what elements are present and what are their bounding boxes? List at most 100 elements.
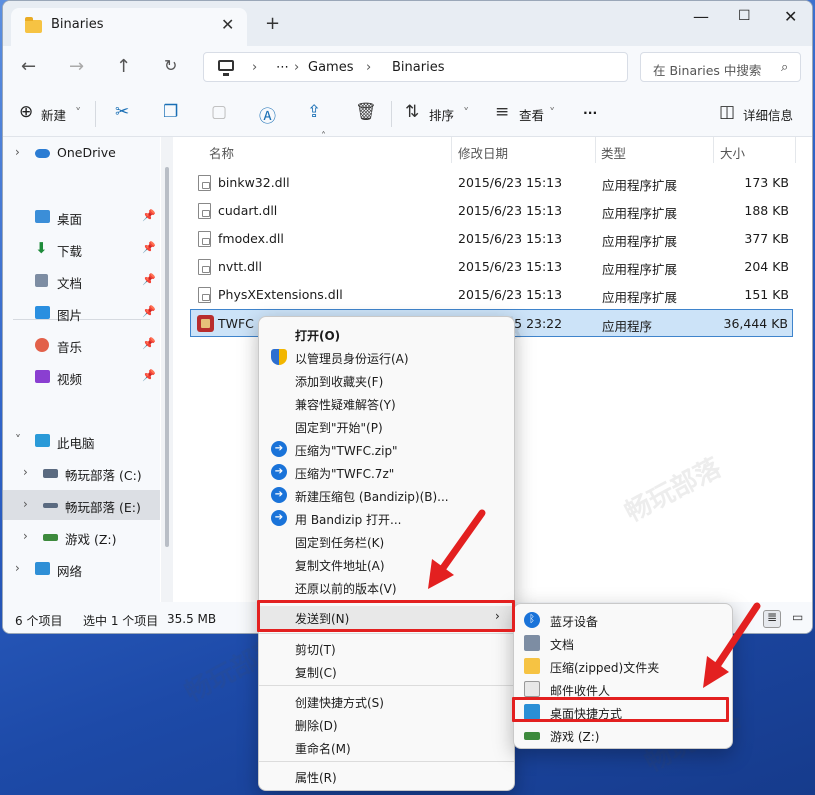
menu-item-copy[interactable]: 复制(C)	[259, 660, 514, 683]
tiles-view-button[interactable]: ▭	[789, 610, 807, 628]
chevron-down-icon[interactable]: ˅	[15, 433, 21, 447]
more-button[interactable]: ···	[583, 105, 597, 120]
view-button[interactable]: 查看	[519, 105, 544, 124]
chevron-right-icon[interactable]: ›	[23, 465, 28, 479]
menu-item-run-as-admin[interactable]: 以管理员身份运行(A)	[259, 346, 514, 369]
menu-item-label: 重命名(M)	[295, 742, 351, 756]
delete-icon[interactable]: 🗑	[355, 102, 377, 122]
chevron-right-icon[interactable]: ›	[23, 497, 28, 511]
menu-item-compatibility[interactable]: 兼容性疑难解答(Y)	[259, 392, 514, 415]
details-button[interactable]: 详细信息	[743, 105, 793, 124]
file-date: 2015/6/23 15:13	[458, 259, 563, 274]
highlight-box-desktop-shortcut	[512, 697, 729, 722]
share-icon[interactable]: ⇪	[307, 102, 321, 122]
column-header-date[interactable]: 修改日期	[458, 143, 508, 162]
close-tab-icon[interactable]: ✕	[221, 15, 234, 34]
forward-icon[interactable]: →	[69, 56, 84, 77]
sidebar-item-drive-c[interactable]: › 畅玩部落 (C:)	[3, 458, 160, 488]
column-header-type[interactable]: 类型	[601, 143, 626, 162]
breadcrumb-ellipsis[interactable]: ⋯	[276, 60, 289, 75]
file-row[interactable]: binkw32.dll 2015/6/23 15:13 应用程序扩展 173 K…	[190, 169, 793, 197]
column-divider[interactable]	[451, 137, 452, 163]
file-row[interactable]: nvtt.dll 2015/6/23 15:13 应用程序扩展 204 KB	[190, 253, 793, 281]
chevron-down-icon: ˅	[463, 105, 470, 120]
file-name: binkw32.dll	[218, 175, 290, 190]
shield-icon	[271, 349, 287, 365]
column-header-size[interactable]: 大小	[720, 143, 745, 162]
rename-icon[interactable]: Ⓐ	[259, 102, 276, 127]
menu-item-label: 剪切(T)	[295, 643, 336, 657]
menu-item-drive-z[interactable]: 游戏 (Z:)	[514, 724, 732, 747]
file-row[interactable]: cudart.dll 2015/6/23 15:13 应用程序扩展 188 KB	[190, 197, 793, 225]
column-divider[interactable]	[713, 137, 714, 163]
file-row[interactable]: PhysXExtensions.dll 2015/6/23 15:13 应用程序…	[190, 281, 793, 309]
sidebar-item-label: 下载	[57, 244, 83, 259]
menu-item-compress-7z[interactable]: ➔ 压缩为"TWFC.7z"	[259, 461, 514, 484]
menu-item-properties[interactable]: 属性(R)	[259, 765, 514, 788]
search-box[interactable]: 在 Binaries 中搜索 ⌕	[640, 52, 801, 82]
sidebar-item-this-pc[interactable]: ˅ 此电脑	[3, 426, 160, 456]
breadcrumb-binaries[interactable]: Binaries	[392, 60, 444, 75]
menu-item-rename[interactable]: 重命名(M)	[259, 736, 514, 759]
cut-icon[interactable]: ✂	[115, 102, 129, 122]
back-icon[interactable]: ←	[21, 56, 36, 77]
drive-icon	[43, 503, 58, 508]
sort-button[interactable]: 排序	[429, 105, 454, 124]
file-row[interactable]: fmodex.dll 2015/6/23 15:13 应用程序扩展 377 KB	[190, 225, 793, 253]
address-bar[interactable]: › ⋯ › Games › Binaries	[203, 52, 628, 82]
tab-binaries[interactable]: Binaries ✕	[11, 8, 247, 46]
paste-icon[interactable]: ▢	[211, 102, 227, 122]
dll-file-icon	[198, 287, 211, 303]
divider	[391, 101, 392, 127]
menu-item-label: 属性(R)	[295, 771, 337, 785]
chevron-right-icon[interactable]: ›	[15, 145, 20, 159]
column-divider[interactable]	[595, 137, 596, 163]
computer-icon	[35, 434, 50, 447]
sidebar-item-network[interactable]: › 网络	[3, 554, 160, 584]
file-type: 应用程序扩展	[602, 290, 678, 305]
navigation-pane: › OneDrive 桌面 📌 ⬇ 下载 📌 文档 📌 图片 📌 音乐 📌 视频…	[3, 137, 160, 602]
sidebar-item-desktop[interactable]: 桌面 📌	[3, 202, 160, 232]
pin-icon: 📌	[142, 241, 156, 254]
menu-item-open[interactable]: 打开(O)	[259, 323, 514, 346]
selection-size: 35.5 MB	[167, 612, 217, 626]
sidebar-item-drive-e[interactable]: › 畅玩部落 (E:)	[3, 490, 160, 520]
up-icon[interactable]: ↑	[116, 56, 131, 77]
column-divider[interactable]	[795, 137, 796, 163]
sidebar-item-label: 游戏 (Z:)	[65, 532, 117, 547]
refresh-icon[interactable]: ↻	[164, 56, 177, 75]
menu-item-create-shortcut[interactable]: 创建快捷方式(S)	[259, 690, 514, 713]
new-button[interactable]: 新建	[41, 105, 66, 124]
file-size: 204 KB	[744, 259, 789, 274]
copy-icon[interactable]: ❐	[163, 102, 178, 122]
chevron-right-icon[interactable]: ›	[15, 561, 20, 575]
sidebar-item-downloads[interactable]: ⬇ 下载 📌	[3, 234, 160, 264]
menu-item-label: 还原以前的版本(V)	[295, 582, 397, 596]
new-tab-button[interactable]: +	[265, 13, 280, 34]
scrollbar-thumb[interactable]	[165, 167, 169, 547]
file-name: cudart.dll	[218, 203, 278, 218]
sidebar-item-label: 畅玩部落 (E:)	[65, 500, 141, 515]
menu-item-cut[interactable]: 剪切(T)	[259, 637, 514, 660]
sidebar-scrollbar[interactable]	[161, 137, 173, 602]
sidebar-item-drive-z[interactable]: › 游戏 (Z:)	[3, 522, 160, 552]
menu-item-compress-zip[interactable]: ➔ 压缩为"TWFC.zip"	[259, 438, 514, 461]
minimize-button[interactable]: —	[693, 7, 709, 26]
column-header-name[interactable]: 名称	[209, 143, 234, 162]
breadcrumb-games[interactable]: Games	[308, 60, 353, 75]
sidebar-item-documents[interactable]: 文档 📌	[3, 266, 160, 296]
sidebar-item-pictures[interactable]: 图片 📌	[3, 298, 160, 328]
menu-item-delete[interactable]: 删除(D)	[259, 713, 514, 736]
maximize-button[interactable]: ☐	[738, 8, 751, 24]
view-icon: ≡	[495, 102, 510, 122]
menu-item-add-favorites[interactable]: 添加到收藏夹(F)	[259, 369, 514, 392]
menu-item-pin-start[interactable]: 固定到"开始"(P)	[259, 415, 514, 438]
file-type: 应用程序扩展	[602, 206, 678, 221]
breadcrumb-separator-icon: ›	[294, 60, 300, 75]
sidebar-item-onedrive[interactable]: › OneDrive	[3, 138, 160, 168]
chevron-right-icon[interactable]: ›	[23, 529, 28, 543]
sidebar-item-music[interactable]: 音乐 📌	[3, 330, 160, 360]
menu-item-new-archive[interactable]: ➔ 新建压缩包 (Bandizip)(B)...	[259, 484, 514, 507]
sidebar-item-videos[interactable]: 视频 📌	[3, 362, 160, 392]
close-window-button[interactable]: ✕	[784, 7, 797, 26]
